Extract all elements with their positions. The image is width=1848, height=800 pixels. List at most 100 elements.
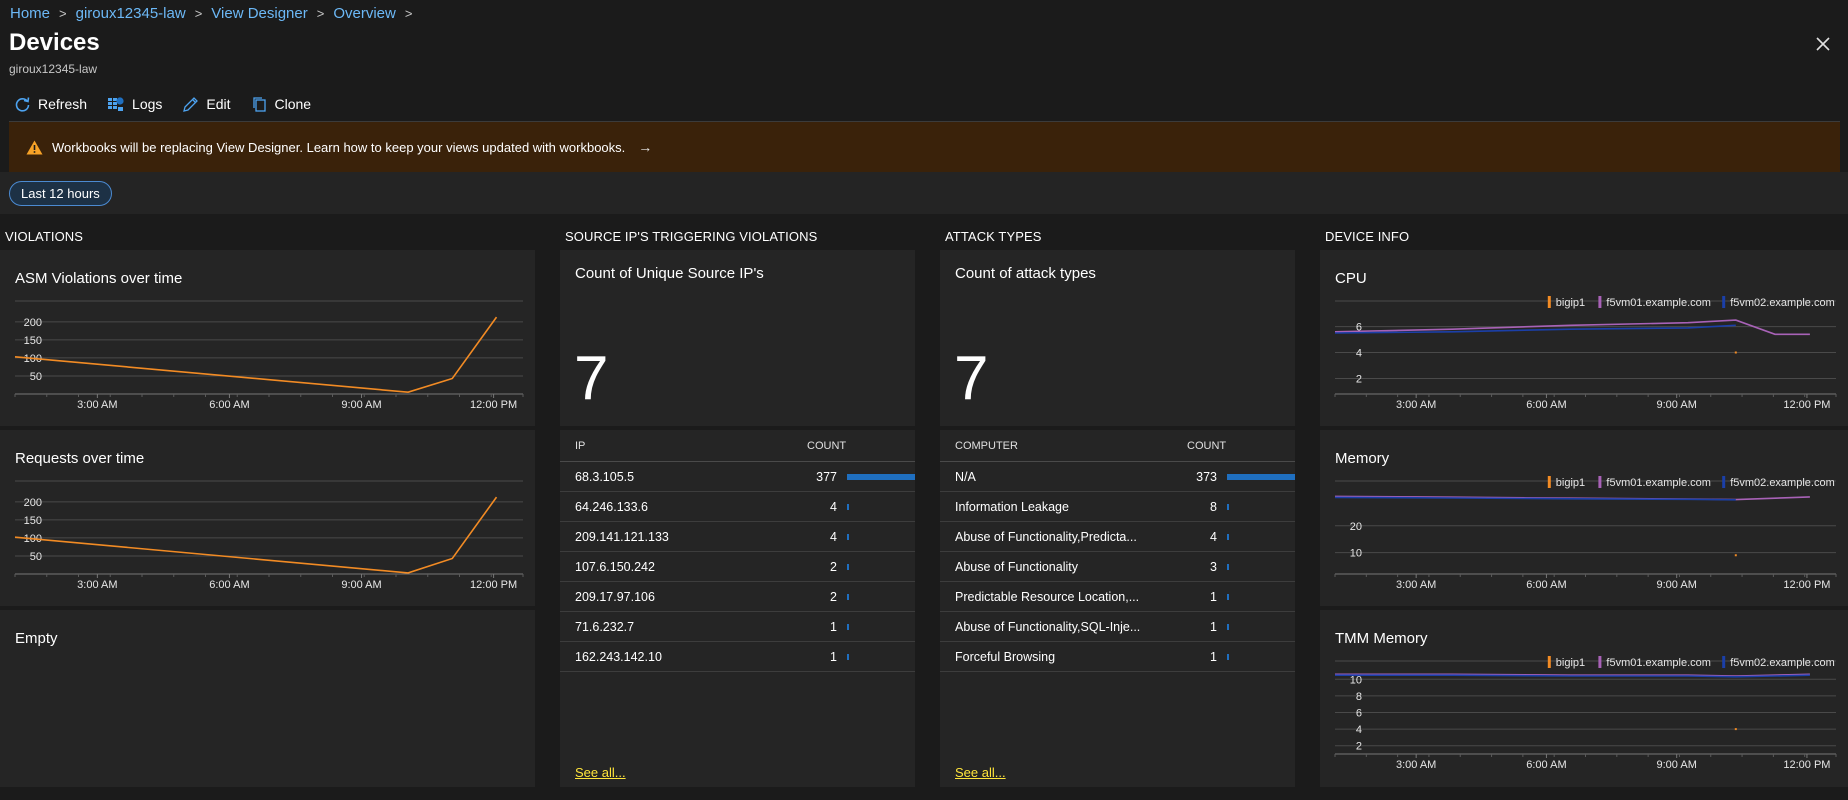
row-count: 2: [830, 559, 837, 574]
x-tick-label: 6:00 AM: [1526, 399, 1566, 411]
table-row[interactable]: Predictable Resource Location,... 1: [940, 582, 1295, 612]
unique-ips-tile[interactable]: Count of Unique Source IP's 7: [560, 250, 915, 426]
memory-panel[interactable]: Memory 10 20 3:00 AM 6:00 AM 9:00 AM 12:00 PM…: [1320, 430, 1848, 606]
table-row[interactable]: 162.243.142.10 1: [560, 642, 915, 672]
row-label: Information Leakage: [955, 499, 1069, 514]
row-label: 107.6.150.242: [575, 559, 655, 574]
banner-text[interactable]: Workbooks will be replacing View Designe…: [52, 140, 625, 155]
empty-title: Empty: [15, 630, 58, 647]
chevron-right-icon: >: [404, 5, 413, 21]
x-tick-label: 6:00 AM: [1526, 759, 1566, 771]
table-row[interactable]: Abuse of Functionality,Predicta... 4: [940, 522, 1295, 552]
filter-bar: Last 12 hours: [0, 172, 1848, 214]
clone-button[interactable]: Clone: [251, 96, 311, 113]
x-tick-label: 9:00 AM: [1657, 579, 1697, 591]
y-tick-label: 10: [1350, 548, 1362, 560]
breadcrumb-overview[interactable]: Overview: [333, 5, 396, 22]
page-title: Devices: [9, 29, 100, 56]
logs-button[interactable]: Logs: [107, 96, 162, 113]
x-tick-label: 6:00 AM: [209, 399, 249, 411]
row-count: 2: [830, 589, 837, 604]
arrow-right-icon[interactable]: →: [638, 139, 652, 155]
tmm-memory-panel[interactable]: TMM Memory 2 4 6 8 10 3:00 AM 6:00 AM 9:00 AM 12…: [1320, 610, 1848, 787]
y-tick-label: 4: [1356, 724, 1362, 736]
y-tick-label: 200: [24, 317, 42, 329]
ip-table: IP COUNT 68.3.105.5 377 64.246.133.6 4 209.1…: [560, 430, 915, 672]
attack-table-panel: COMPUTER COUNT N/A 373 Information Leakage…: [940, 430, 1295, 787]
chevron-right-icon: >: [59, 5, 67, 21]
breadcrumb-home[interactable]: Home: [10, 5, 50, 22]
legend-label: f5vm02.example.com: [1730, 477, 1835, 489]
breadcrumb-workspace[interactable]: giroux12345-law: [76, 5, 186, 22]
table-row[interactable]: 68.3.105.5 377: [560, 462, 915, 492]
y-tick-label: 20: [1350, 521, 1362, 533]
attack-types-count: 7: [954, 344, 989, 413]
row-count: 373: [1196, 469, 1217, 484]
breadcrumb: Home > giroux12345-law > View Designer >…: [10, 3, 421, 23]
series-line: [14, 316, 498, 394]
table-row[interactable]: 107.6.150.242 2: [560, 552, 915, 582]
ip-column-header[interactable]: IP: [575, 440, 807, 452]
row-label: 209.17.97.106: [575, 589, 655, 604]
y-tick-label: 2: [1356, 741, 1362, 753]
row-count: 1: [830, 619, 837, 634]
x-tick-label: 3:00 AM: [77, 579, 117, 591]
table-row[interactable]: Abuse of Functionality,SQL-Inje... 1: [940, 612, 1295, 642]
edit-button[interactable]: Edit: [182, 96, 231, 113]
asm-violations-panel[interactable]: ASM Violations over time 50 100 150 200 3:00…: [0, 250, 535, 426]
see-all-ips-link[interactable]: See all...: [575, 765, 626, 780]
table-row[interactable]: Abuse of Functionality 3: [940, 552, 1295, 582]
y-tick-label: 200: [24, 497, 42, 509]
x-tick-label: 3:00 AM: [77, 399, 117, 411]
table-row[interactable]: Information Leakage 8: [940, 492, 1295, 522]
count-bar: [847, 473, 915, 480]
y-tick-label: 6: [1356, 708, 1362, 720]
legend-swatch: [1722, 656, 1726, 668]
count-column-header[interactable]: COUNT: [807, 440, 846, 452]
refresh-button[interactable]: Refresh: [14, 96, 87, 113]
close-button[interactable]: [1813, 34, 1833, 54]
unique-ips-title: Count of Unique Source IP's: [575, 265, 764, 282]
count-bar-track: [1227, 503, 1229, 510]
x-tick-label: 6:00 AM: [209, 579, 249, 591]
see-all-attacks-link[interactable]: See all...: [955, 765, 1006, 780]
breadcrumb-view-designer[interactable]: View Designer: [211, 5, 307, 22]
y-tick-label: 50: [30, 551, 42, 563]
table-header: IP COUNT: [560, 430, 915, 462]
time-range-filter[interactable]: Last 12 hours: [9, 181, 112, 206]
row-label: Forceful Browsing: [955, 649, 1056, 664]
x-tick-label: 12:00 PM: [1783, 579, 1830, 591]
count-bar-track: [1227, 473, 1295, 480]
table-row[interactable]: 209.17.97.106 2: [560, 582, 915, 612]
data-point: [1734, 728, 1737, 731]
count-bar-track: [847, 503, 849, 510]
ip-table-panel: IP COUNT 68.3.105.5 377 64.246.133.6 4 209.1…: [560, 430, 915, 787]
attack-types-tile[interactable]: Count of attack types 7: [940, 250, 1295, 426]
attack-table: COMPUTER COUNT N/A 373 Information Leakage…: [940, 430, 1295, 672]
pencil-icon: [183, 96, 199, 112]
count-bar: [847, 533, 849, 540]
table-row[interactable]: N/A 373: [940, 462, 1295, 492]
cpu-panel[interactable]: CPU 2 4 6 3:00 AM 6:00 AM 9:00 AM 12:00 PM f5vm…: [1320, 250, 1848, 426]
x-tick-label: 12:00 PM: [1783, 759, 1830, 771]
row-count: 1: [830, 649, 837, 664]
row-label: Abuse of Functionality,SQL-Inje...: [955, 619, 1141, 634]
table-row[interactable]: 64.246.133.6 4: [560, 492, 915, 522]
legend-swatch: [1547, 476, 1551, 488]
count-column-header[interactable]: COUNT: [1187, 440, 1226, 452]
table-row[interactable]: Forceful Browsing 1: [940, 642, 1295, 672]
table-row[interactable]: 209.141.121.133 4: [560, 522, 915, 552]
count-bar-track: [847, 623, 849, 630]
x-tick-label: 9:00 AM: [1657, 759, 1697, 771]
count-bar: [847, 563, 849, 570]
requests-panel[interactable]: Requests over time 50 100 150 200 3:00 AM 6:0…: [0, 430, 535, 606]
computer-column-header[interactable]: COMPUTER: [955, 440, 1187, 452]
legend-swatch: [1547, 296, 1551, 308]
empty-panel: Empty: [0, 610, 535, 787]
count-bar: [847, 593, 849, 600]
y-tick-label: 150: [24, 335, 42, 347]
row-label: 71.6.232.7: [575, 619, 635, 634]
table-row[interactable]: 71.6.232.7 1: [560, 612, 915, 642]
count-bar: [1227, 563, 1229, 570]
asm-violations-chart: 501001502003:00 AM 6:00 AM 9:00 AM 12:00 PM: [14, 300, 524, 411]
